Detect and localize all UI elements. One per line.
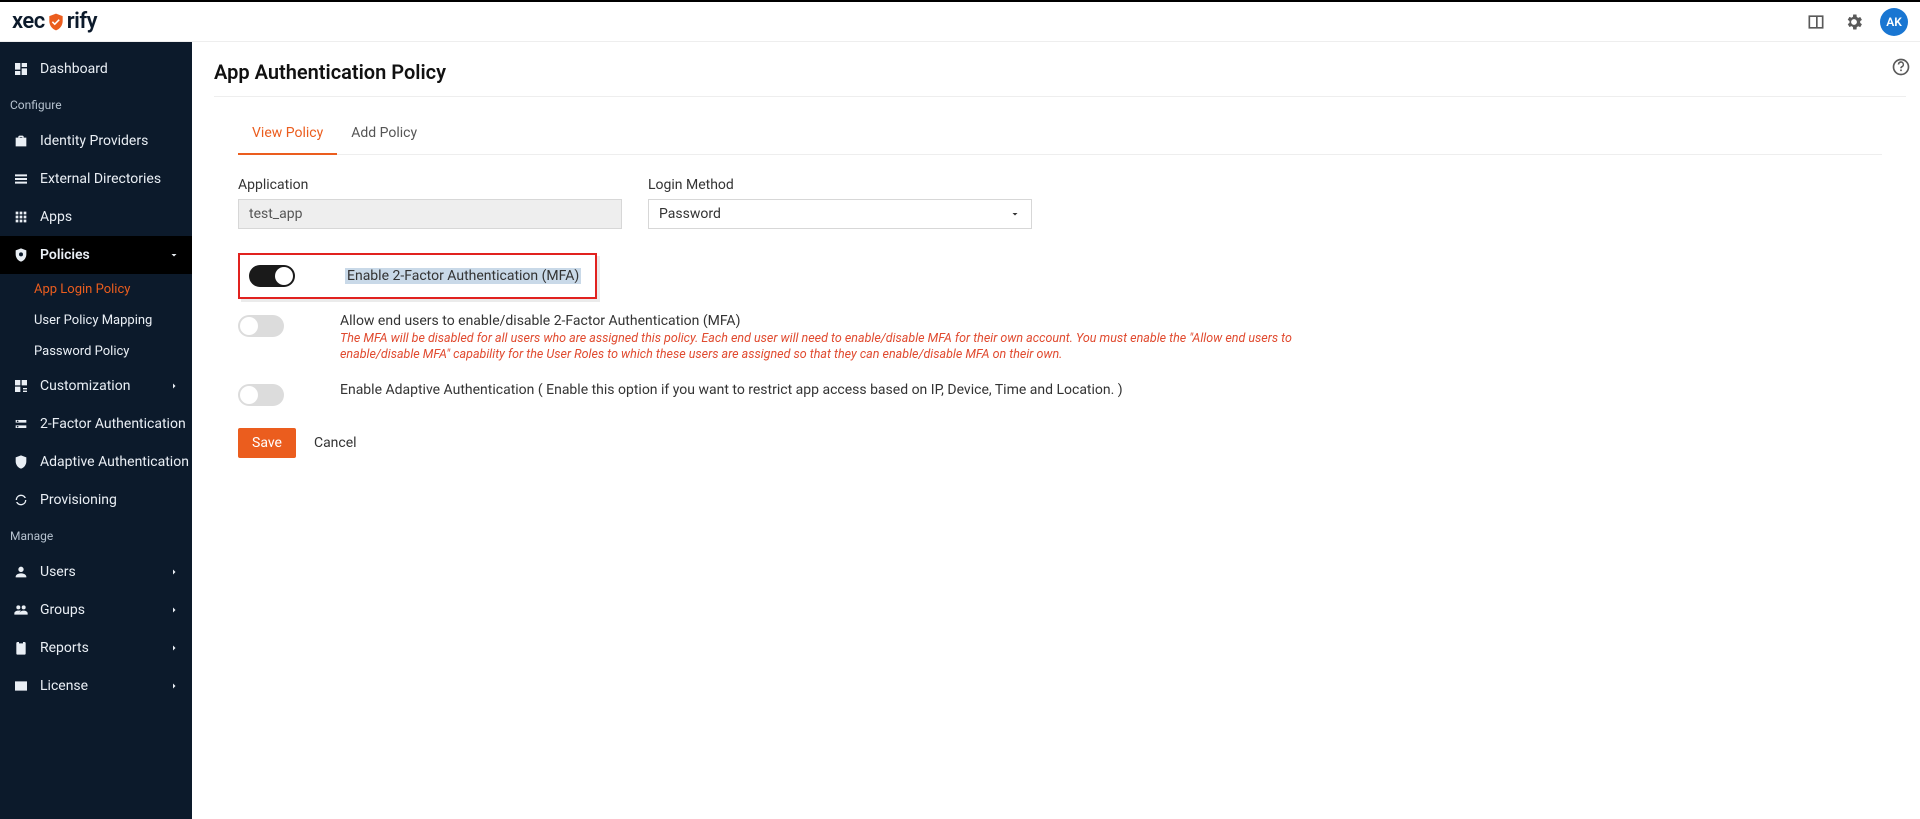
select-value: Password (659, 206, 721, 222)
sidebar-section-configure: Configure (0, 88, 192, 122)
toggle-adaptive-auth-label: Enable Adaptive Authentication ( Enable … (340, 382, 1882, 398)
user-icon (12, 563, 30, 581)
sidebar-item-label: Identity Providers (40, 133, 148, 149)
dashboard-icon (12, 60, 30, 78)
shield-check-icon (46, 12, 66, 32)
sidebar-item-label: Groups (40, 602, 85, 618)
sidebar-item-identity-providers[interactable]: Identity Providers (0, 122, 192, 160)
cancel-button[interactable]: Cancel (314, 435, 357, 451)
sidebar-section-manage: Manage (0, 519, 192, 553)
sidebar-item-label: 2-Factor Authentication (40, 416, 186, 432)
chevron-right-icon (168, 604, 180, 616)
tabs: View Policy Add Policy (238, 115, 1882, 155)
sync-icon (12, 491, 30, 509)
policy-shield-icon (12, 246, 30, 264)
application-label: Application (238, 177, 622, 193)
sidebar-item-label: Apps (40, 209, 72, 225)
application-field-group: Application (238, 177, 622, 229)
brand-logo: xec rify (12, 9, 97, 34)
customize-icon (12, 377, 30, 395)
sidebar-item-label: License (40, 678, 88, 694)
login-method-field-group: Login Method Password (648, 177, 1032, 229)
toggle-allow-end-users-label: Allow end users to enable/disable 2-Fact… (340, 313, 1882, 329)
sidebar-sub-label: App Login Policy (34, 282, 130, 297)
sidebar-item-2fa[interactable]: 2-Factor Authentication (0, 405, 192, 443)
sidebar: Dashboard Configure Identity Providers E… (0, 42, 192, 819)
key-icon (12, 415, 30, 433)
sidebar-item-adaptive-auth[interactable]: Adaptive Authentication (0, 443, 192, 481)
tab-label: Add Policy (351, 125, 417, 141)
book-icon[interactable] (1804, 10, 1828, 34)
help-icon[interactable] (1890, 56, 1912, 78)
chevron-right-icon (168, 566, 180, 578)
chevron-right-icon (168, 680, 180, 692)
brand-prefix: xec (12, 9, 45, 34)
chevron-down-icon (1009, 208, 1021, 220)
save-button[interactable]: Save (238, 428, 296, 458)
sidebar-item-license[interactable]: License (0, 667, 192, 705)
sidebar-sub-app-login-policy[interactable]: App Login Policy (0, 274, 192, 305)
list-icon (12, 170, 30, 188)
sidebar-item-provisioning[interactable]: Provisioning (0, 481, 192, 519)
sidebar-item-label: External Directories (40, 171, 161, 187)
toggle-enable-mfa[interactable] (249, 265, 295, 287)
sidebar-sub-label: Password Policy (34, 344, 129, 359)
chevron-down-icon (168, 249, 180, 261)
sidebar-sub-user-policy-mapping[interactable]: User Policy Mapping (0, 305, 192, 336)
toggle-adaptive-auth[interactable] (238, 384, 284, 406)
toggle-allow-end-users[interactable] (238, 315, 284, 337)
brand-suffix: rify (67, 9, 97, 34)
sidebar-item-label: Customization (40, 378, 130, 394)
page-title: App Authentication Policy (214, 60, 446, 84)
login-method-select[interactable]: Password (648, 199, 1032, 229)
group-icon (12, 601, 30, 619)
application-input (238, 199, 622, 229)
briefcase-icon (12, 132, 30, 150)
sidebar-item-label: Dashboard (40, 61, 108, 77)
sidebar-item-label: Adaptive Authentication (40, 454, 189, 470)
sidebar-item-customization[interactable]: Customization (0, 367, 192, 405)
card-icon (12, 677, 30, 695)
toggle-enable-mfa-label: Enable 2-Factor Authentication (MFA) (345, 268, 581, 284)
sidebar-item-label: Reports (40, 640, 89, 656)
highlighted-mfa-toggle: Enable 2-Factor Authentication (MFA) (238, 253, 597, 299)
button-label: Cancel (314, 435, 357, 451)
sidebar-sub-password-policy[interactable]: Password Policy (0, 336, 192, 367)
clipboard-icon (12, 639, 30, 657)
sidebar-item-external-directories[interactable]: External Directories (0, 160, 192, 198)
tab-view-policy[interactable]: View Policy (238, 115, 337, 155)
chevron-right-icon (168, 380, 180, 392)
sidebar-item-policies[interactable]: Policies (0, 236, 192, 274)
tab-add-policy[interactable]: Add Policy (337, 115, 431, 154)
gear-icon[interactable] (1842, 10, 1866, 34)
sidebar-item-dashboard[interactable]: Dashboard (0, 50, 192, 88)
avatar-initials: AK (1886, 15, 1902, 29)
apps-icon (12, 208, 30, 226)
button-label: Save (252, 435, 282, 451)
top-bar-right: AK (1804, 8, 1908, 36)
sidebar-item-users[interactable]: Users (0, 553, 192, 591)
tab-label: View Policy (252, 125, 323, 141)
shield-icon (12, 453, 30, 471)
sidebar-item-label: Provisioning (40, 492, 117, 508)
toggle-allow-end-users-help: The MFA will be disabled for all users w… (340, 331, 1320, 364)
avatar[interactable]: AK (1880, 8, 1908, 36)
sidebar-item-apps[interactable]: Apps (0, 198, 192, 236)
sidebar-item-groups[interactable]: Groups (0, 591, 192, 629)
sidebar-item-label: Policies (40, 247, 90, 263)
main-content: App Authentication Policy View Policy Ad… (192, 42, 1920, 819)
sidebar-sub-label: User Policy Mapping (34, 313, 152, 328)
sidebar-subnav-policies: App Login Policy User Policy Mapping Pas… (0, 274, 192, 367)
sidebar-item-reports[interactable]: Reports (0, 629, 192, 667)
chevron-right-icon (168, 642, 180, 654)
top-bar: xec rify AK (0, 0, 1920, 42)
sidebar-item-label: Users (40, 564, 76, 580)
login-method-label: Login Method (648, 177, 1032, 193)
